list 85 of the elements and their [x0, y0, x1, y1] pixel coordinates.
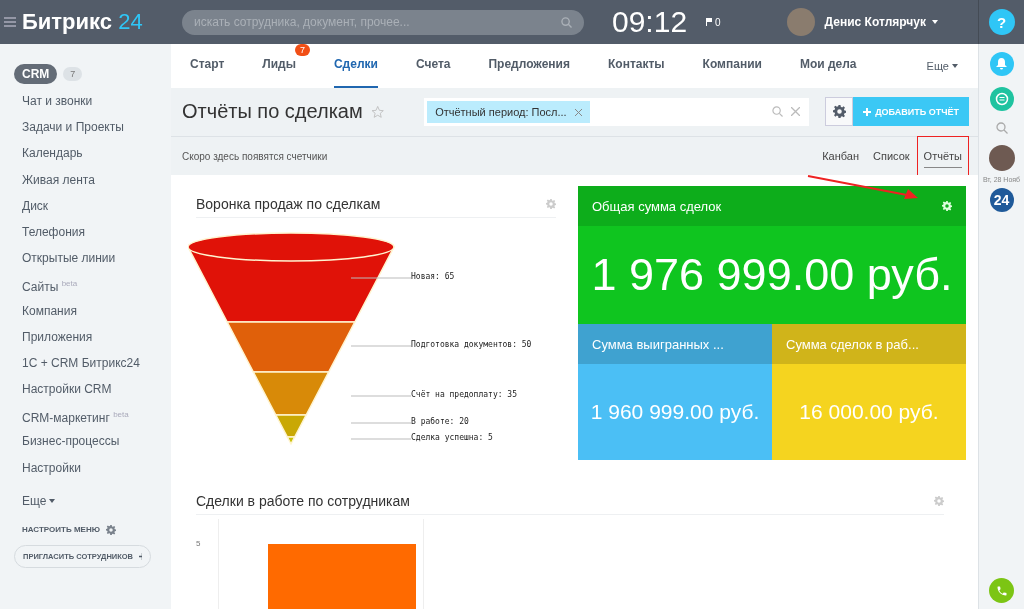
leader-line: [351, 277, 411, 279]
tile-amount: 1 960 999.00 руб.: [578, 364, 772, 460]
axis-label: 5: [196, 539, 202, 548]
filter-chip[interactable]: Отчётный период: Посл...: [427, 100, 590, 123]
user-avatar[interactable]: [786, 8, 815, 36]
sidebar-item[interactable]: Настройки: [14, 454, 171, 481]
filter-field[interactable]: Отчётный период: Посл...: [424, 97, 810, 126]
tile-title: Сумма выигранных ...: [578, 324, 772, 364]
nav-tab[interactable]: Счета: [415, 56, 451, 88]
call-button[interactable]: [989, 578, 1014, 603]
app-badge[interactable]: 24: [989, 188, 1014, 212]
sidebar-item[interactable]: 1С + CRM Битрикс24: [14, 349, 171, 377]
stage-label: Счёт на предоплату: 35: [411, 390, 517, 399]
sidebar-item[interactable]: Компания: [14, 297, 171, 324]
more-link[interactable]: Еще: [22, 493, 47, 508]
page-title: Отчёты по сделкам: [182, 100, 363, 124]
contact-avatar[interactable]: [988, 145, 1015, 171]
sidebar-item[interactable]: Чат и звонки: [14, 88, 171, 115]
settings-button[interactable]: [825, 97, 854, 127]
settings-icon[interactable]: [105, 524, 116, 535]
sidebar-item[interactable]: Задачи и Проекты: [14, 114, 171, 141]
flag-icon[interactable]: [706, 18, 712, 26]
stage-label: В работе: 20: [411, 417, 469, 426]
nav-tab[interactable]: Сделки: [333, 56, 378, 88]
caret-icon: [49, 498, 56, 503]
view-tab[interactable]: Список: [867, 137, 916, 175]
view-tab[interactable]: Канбан: [816, 137, 865, 175]
configure-menu-link[interactable]: НАСТРОИТЬ МЕНЮ: [22, 525, 100, 535]
nav-tab[interactable]: Лиды: [262, 56, 296, 88]
plus-icon: [863, 107, 872, 116]
caret-icon: [952, 63, 958, 68]
stage-label: Сделка успешна: 5: [411, 433, 493, 442]
chat-button[interactable]: [989, 87, 1014, 111]
stage-label: Подготовка документов: 50: [411, 340, 532, 349]
menu-icon[interactable]: [4, 17, 16, 27]
stage-label: Новая: 65: [411, 272, 455, 281]
search-icon: [772, 106, 784, 118]
sidebar-item[interactable]: Живая лента: [14, 166, 171, 193]
phone-icon: [995, 584, 1008, 597]
sidebar-item[interactable]: Приложения: [14, 323, 171, 350]
leader-line: [351, 438, 411, 440]
leader-line: [351, 422, 411, 424]
star-icon[interactable]: [370, 104, 385, 119]
section-label[interactable]: CRM: [14, 64, 58, 84]
search-icon: [561, 16, 572, 28]
widget-title: Общая сумма сделок: [592, 198, 722, 214]
settings-icon[interactable]: [942, 201, 952, 211]
widget-title: Сделки в работе по сотрудникам: [196, 492, 410, 509]
sidebar-item[interactable]: Диск: [14, 192, 171, 219]
sidebar-item[interactable]: Бизнес-процессы: [14, 428, 171, 455]
widget-title: Воронка продаж по сделкам: [196, 195, 381, 212]
tile-amount: 16 000.00 руб.: [772, 364, 966, 460]
total-amount: 1 976 999.00 руб.: [578, 226, 966, 324]
settings-icon[interactable]: [934, 495, 944, 506]
sidebar-item[interactable]: Открытые линии: [14, 245, 171, 272]
chat-icon: [994, 92, 1009, 106]
notifications-button[interactable]: [989, 52, 1014, 76]
tile-title: Сумма сделок в раб...: [772, 324, 966, 364]
leader-line: [351, 395, 411, 397]
sidebar-item[interactable]: Телефония: [14, 218, 171, 246]
count-badge: 7: [63, 67, 83, 81]
counters-note: Скоро здесь появятся счетчики: [182, 150, 328, 162]
nav-tab[interactable]: Предложения: [488, 56, 570, 88]
search-icon[interactable]: [995, 122, 1008, 134]
logo[interactable]: Битрикс 24: [22, 9, 182, 35]
nav-tab[interactable]: Мои дела: [799, 56, 857, 88]
sidebar-item[interactable]: Календарь: [14, 140, 171, 167]
close-icon[interactable]: [791, 107, 801, 117]
flag-count: 0: [715, 16, 721, 28]
caret-icon: [931, 20, 938, 24]
close-icon[interactable]: [574, 108, 582, 116]
sidebar-item[interactable]: Настройки CRM: [14, 376, 171, 403]
sidebar-item[interactable]: CRM-маркетинг $^{beta}$: [14, 402, 171, 429]
nav-tab[interactable]: Старт: [190, 56, 225, 88]
nav-tab[interactable]: Контакты: [608, 56, 665, 88]
clock-time: 09:12: [612, 5, 689, 39]
settings-icon[interactable]: [546, 198, 556, 209]
user-name[interactable]: Денис Котлярчук: [824, 15, 926, 29]
sidebar-item[interactable]: Сайты $^{beta}$: [14, 271, 171, 298]
view-tab[interactable]: Отчёты: [917, 137, 968, 175]
bell-icon: [996, 58, 1007, 70]
nav-tab[interactable]: Компании: [702, 56, 762, 88]
more-tab[interactable]: Еще: [926, 59, 949, 72]
gear-icon[interactable]: [832, 105, 846, 119]
leader-line: [351, 345, 411, 347]
